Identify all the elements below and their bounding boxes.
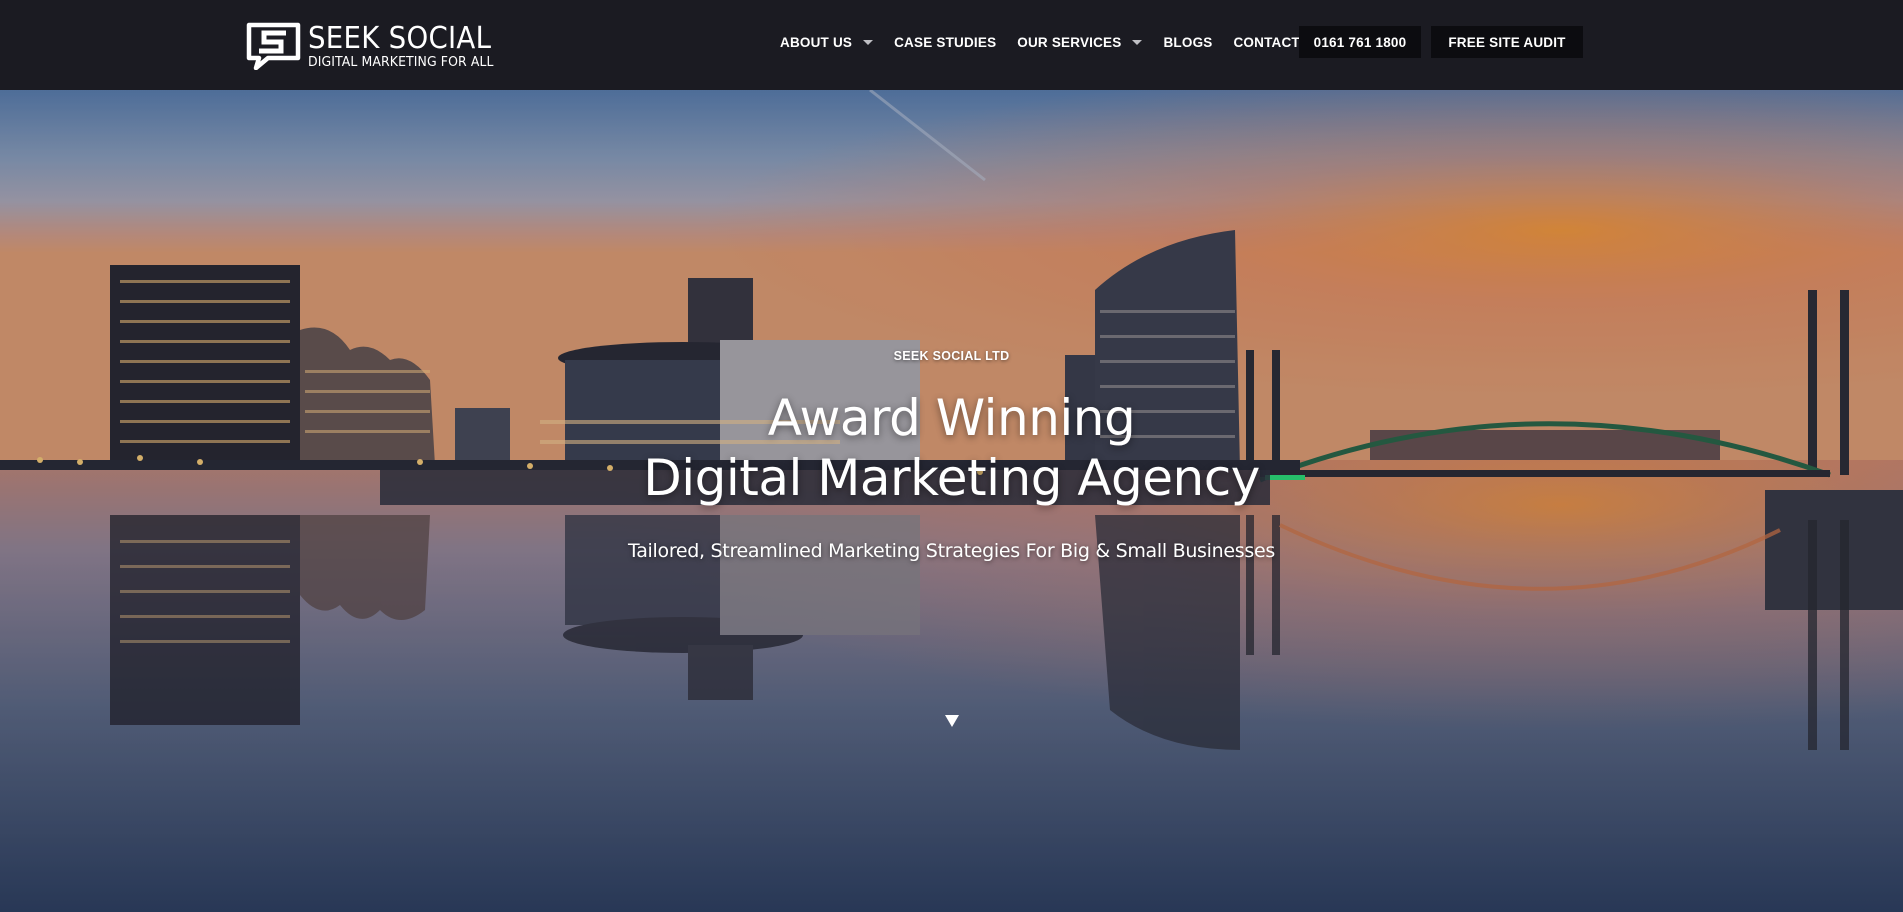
headline-line-1: Award Winning	[767, 389, 1136, 447]
nav-item-blogs[interactable]: BLOGS	[1163, 35, 1212, 50]
nav-item-about-us[interactable]: ABOUT US	[780, 34, 874, 50]
caret-down-icon	[1132, 40, 1143, 45]
logo-tagline: DIGITAL MARKETING FOR ALL	[308, 54, 494, 70]
nav-item-label: BLOGS	[1163, 34, 1213, 50]
speech-bubble-s-logo-icon	[246, 22, 301, 70]
phone-button[interactable]: 0161 761 1800	[1299, 26, 1421, 58]
headline-line-2: Digital Marketing Agency	[643, 449, 1260, 507]
nav-item-case-studies[interactable]: CASE STUDIES	[894, 35, 996, 50]
nav-item-label: ABOUT US	[780, 34, 853, 50]
nav-item-label: OUR SERVICES	[1017, 34, 1122, 50]
nav-item-our-services[interactable]: OUR SERVICES	[1017, 34, 1143, 50]
free-site-audit-button[interactable]: FREE SITE AUDIT	[1431, 26, 1583, 58]
caret-down-icon	[863, 40, 874, 45]
hero-eyebrow: SEEK SOCIAL LTD	[893, 349, 1010, 363]
main-nav: ABOUT US CASE STUDIES OUR SERVICES BLOGS…	[780, 31, 1344, 53]
site-logo[interactable]: SEEK SOCIAL DIGITAL MARKETING FOR ALL	[246, 22, 507, 70]
nav-item-label: CASE STUDIES	[894, 34, 997, 50]
logo-title: SEEK SOCIAL	[308, 20, 492, 56]
hero-content: SEEK SOCIAL LTD Award Winning Digital Ma…	[0, 90, 1903, 912]
hero-subheadline: Tailored, Streamlined Marketing Strategi…	[628, 540, 1275, 562]
hero-section: SEEK SOCIAL LTD Award Winning Digital Ma…	[0, 90, 1903, 912]
triangle-down-icon[interactable]	[944, 714, 960, 728]
site-header: SEEK SOCIAL DIGITAL MARKETING FOR ALL AB…	[0, 0, 1903, 90]
hero-headline: Award Winning Digital Marketing Agency	[0, 388, 1903, 508]
